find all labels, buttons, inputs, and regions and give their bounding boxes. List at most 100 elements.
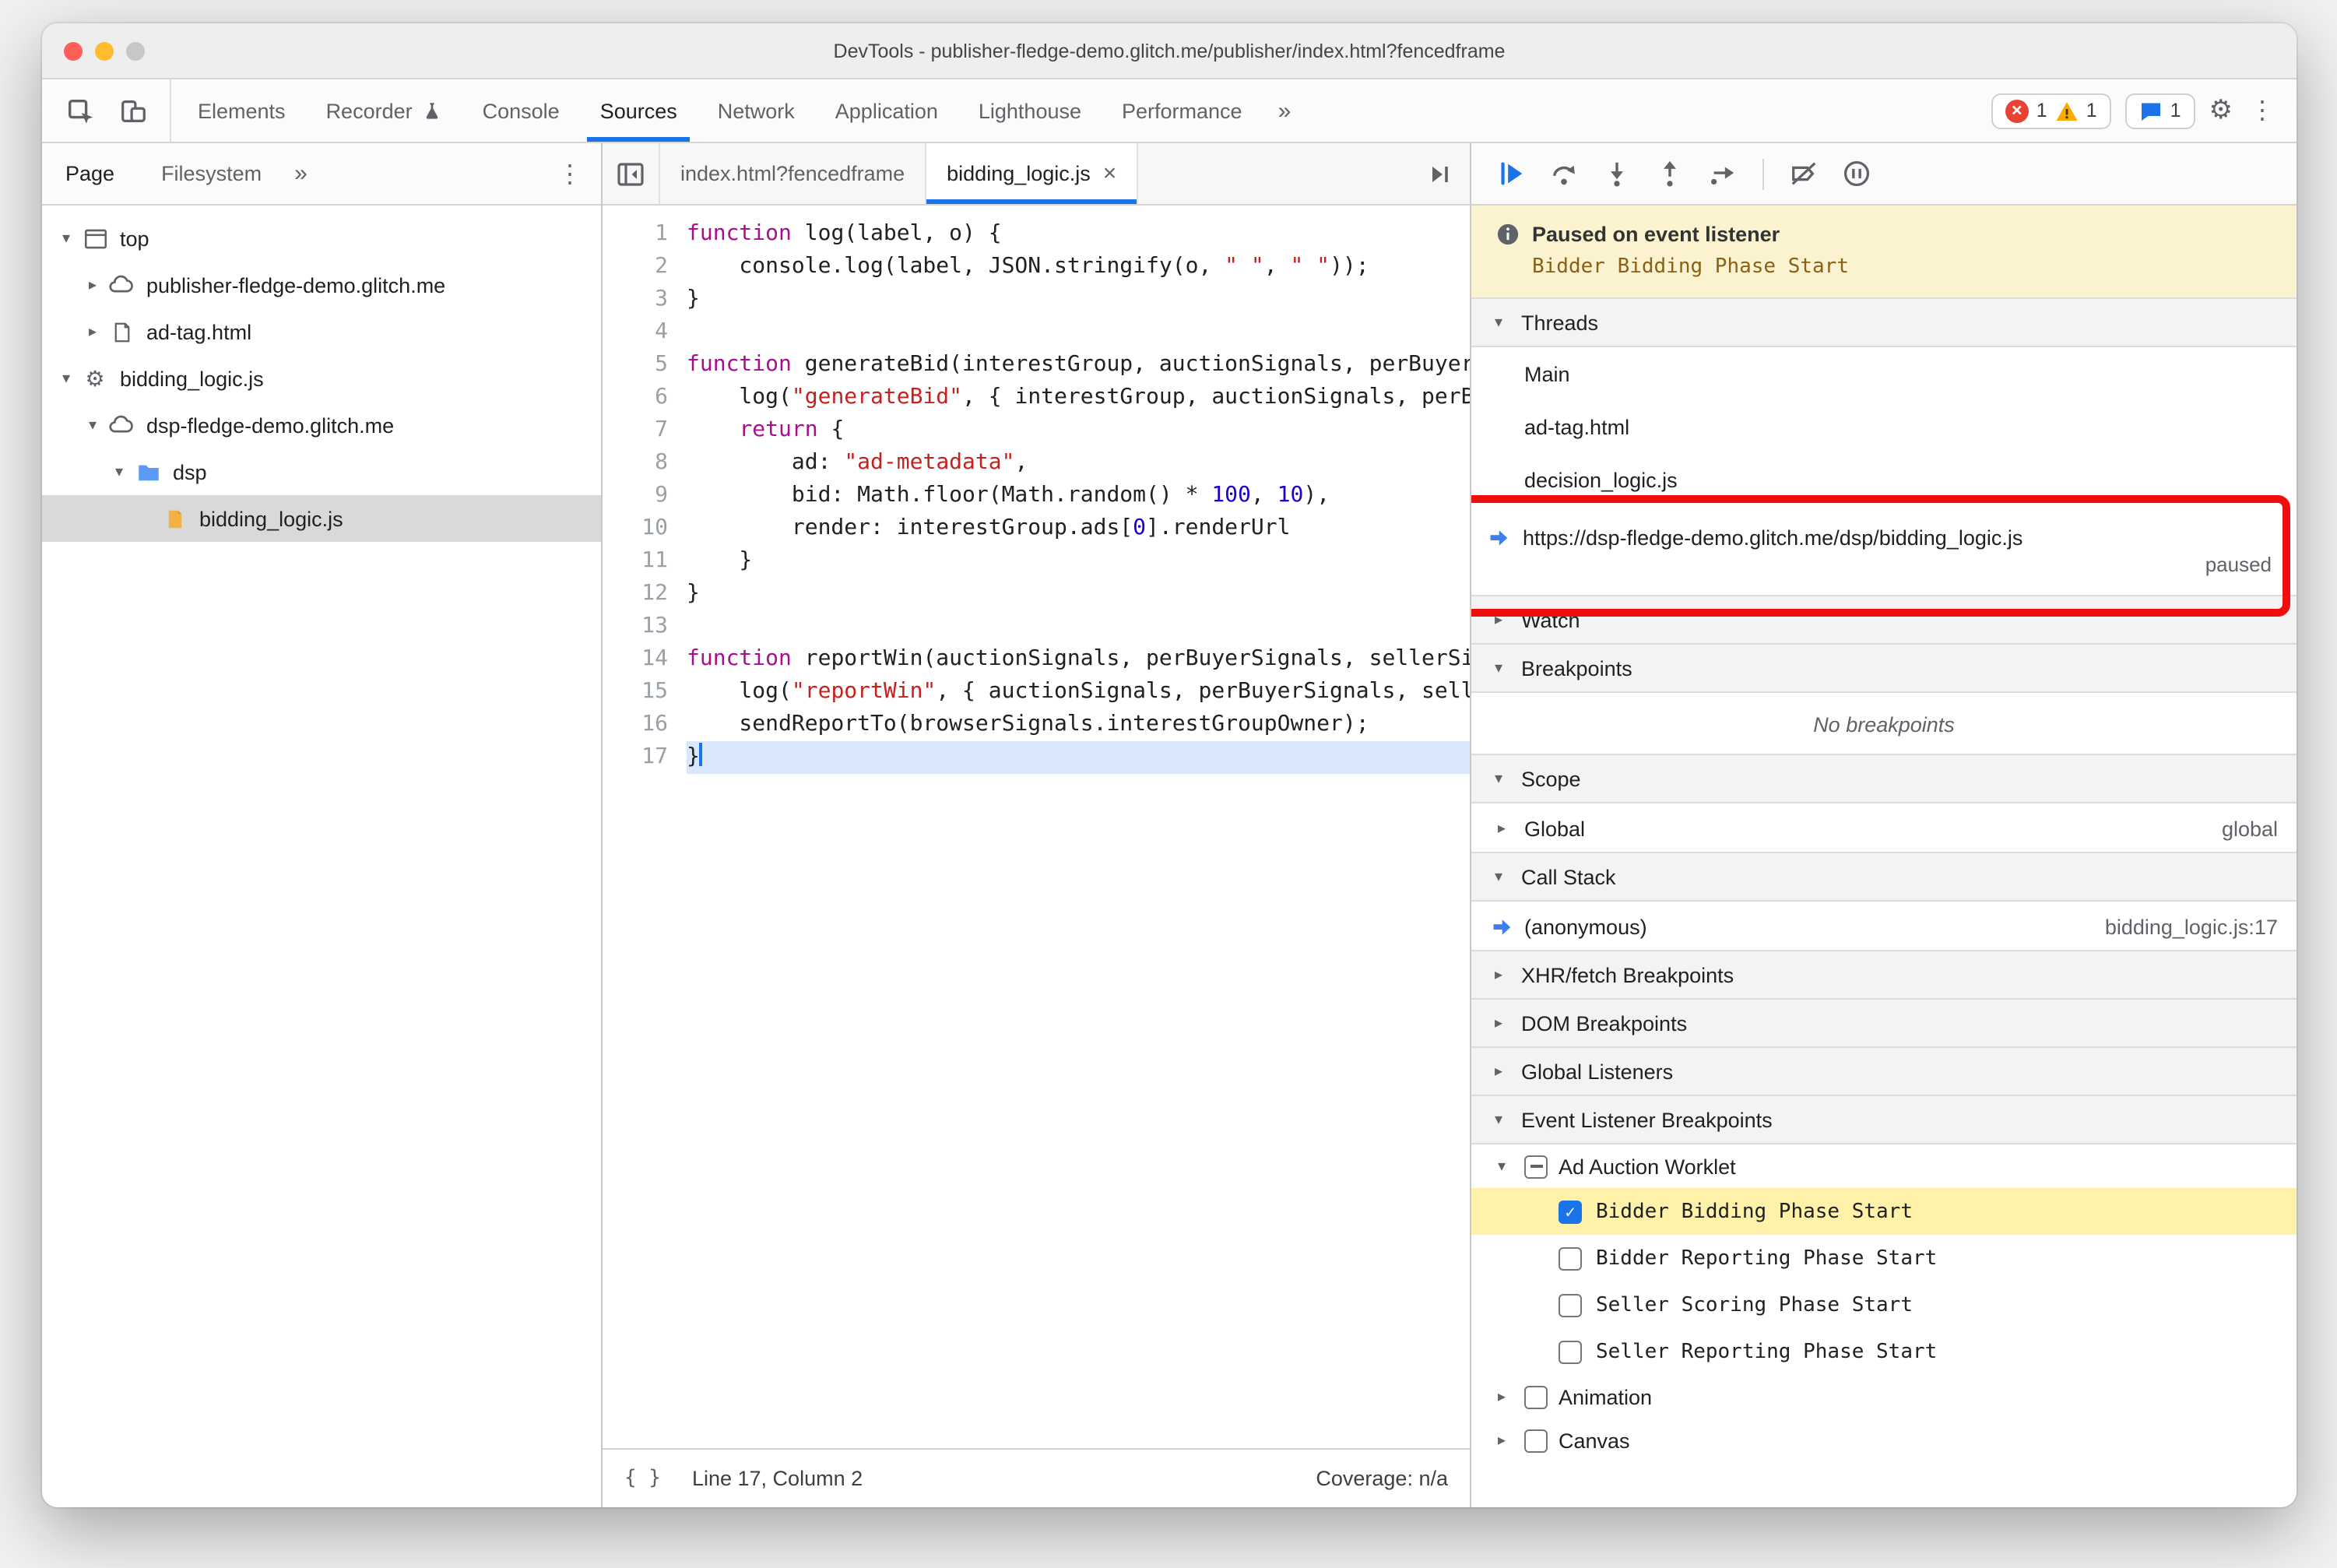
line-number[interactable]: 13 (603, 610, 668, 643)
checkbox-unchecked[interactable] (1559, 1340, 1582, 1363)
tab-performance[interactable]: Performance (1102, 79, 1263, 142)
close-window-button[interactable] (64, 41, 83, 60)
elb-item-bidder-bidding-phase-start[interactable]: Bidder Bidding Phase Start (1471, 1188, 2297, 1235)
line-number[interactable]: 10 (603, 512, 668, 545)
line-number[interactable]: 9 (603, 480, 668, 512)
line-number[interactable]: 4 (603, 316, 668, 349)
tab-page[interactable]: Page (42, 143, 138, 204)
devtools-menu-icon[interactable] (2247, 95, 2278, 126)
pause-on-exceptions-icon[interactable] (1833, 152, 1881, 195)
line-number[interactable]: 3 (603, 283, 668, 316)
tree-item-publisher-fledge-demo-glitch-me[interactable]: ▸ publisher-fledge-demo.glitch.me (42, 262, 601, 308)
tab-network[interactable]: Network (698, 79, 815, 142)
issues-badge[interactable]: 1 (2124, 93, 2195, 128)
tree-item-bidding-logic-js[interactable]: ▾ ⚙ bidding_logic.js (42, 355, 601, 402)
line-number[interactable]: 7 (603, 414, 668, 447)
tab-application[interactable]: Application (815, 79, 958, 142)
pretty-print-icon[interactable]: { } (624, 1467, 661, 1490)
section-dom-breakpoints[interactable]: ▸ DOM Breakpoints (1471, 998, 2297, 1048)
disclosure-right-icon[interactable]: ▸ (1490, 1432, 1513, 1449)
line-number[interactable]: 8 (603, 447, 668, 480)
code-line[interactable]: bid: Math.floor(Math.random() * 100, 10)… (687, 480, 1470, 512)
disclosure-down-icon[interactable]: ▾ (54, 370, 78, 387)
hide-navigator-icon[interactable] (603, 143, 660, 204)
code-line[interactable]: function reportWin(auctionSignals, perBu… (687, 643, 1470, 676)
code-line[interactable]: function log(label, o) { (687, 218, 1470, 251)
line-number[interactable]: 1 (603, 218, 668, 251)
code-lines[interactable]: function log(label, o) { console.log(lab… (687, 218, 1470, 1448)
tree-item-top[interactable]: ▾ top (42, 215, 601, 262)
code-line[interactable]: } (687, 741, 1470, 774)
disclosure-down-icon[interactable]: ▾ (81, 417, 104, 434)
editor-tab-bidding-logic[interactable]: bidding_logic.js (926, 143, 1139, 204)
deactivate-breakpoints-icon[interactable] (1780, 152, 1828, 195)
tree-item-ad-tag-html[interactable]: ▸ ad-tag.html (42, 308, 601, 355)
disclosure-down-icon[interactable]: ▾ (1490, 1158, 1513, 1175)
step-icon[interactable] (1699, 152, 1747, 195)
thread-item[interactable]: ad-tag.html (1471, 400, 2297, 453)
tab-lighthouse[interactable]: Lighthouse (958, 79, 1102, 142)
disclosure-down-icon[interactable]: ▾ (54, 230, 78, 247)
line-number[interactable]: 6 (603, 381, 668, 414)
checkbox-unchecked[interactable] (1559, 1293, 1582, 1317)
tree-item-dsp-fledge-demo-glitch-me[interactable]: ▾ dsp-fledge-demo.glitch.me (42, 402, 601, 448)
code-line[interactable]: return { (687, 414, 1470, 447)
section-event-listener-breakpoints[interactable]: ▾ Event Listener Breakpoints (1471, 1095, 2297, 1144)
zoom-window-button[interactable] (126, 41, 145, 60)
section-breakpoints[interactable]: ▾ Breakpoints (1471, 643, 2297, 693)
checkbox-indeterminate[interactable] (1524, 1155, 1548, 1178)
checkbox-unchecked[interactable] (1524, 1385, 1548, 1408)
more-tabs-button[interactable]: » (1263, 79, 1307, 142)
disclosure-right-icon[interactable]: ▸ (1490, 1388, 1513, 1405)
close-tab-icon[interactable] (1103, 162, 1117, 185)
scope-row[interactable]: ▸ Global global (1471, 803, 2297, 853)
code-line[interactable]: console.log(label, JSON.stringify(o, " "… (687, 251, 1470, 283)
elb-item-seller-reporting-phase-start[interactable]: Seller Reporting Phase Start (1471, 1328, 2297, 1375)
console-summary[interactable]: 1 1 (1991, 93, 2111, 128)
code-line[interactable] (687, 610, 1470, 643)
code-line[interactable]: function generateBid(interestGroup, auct… (687, 349, 1470, 381)
tab-console[interactable]: Console (462, 79, 580, 142)
section-threads[interactable]: ▾ Threads (1471, 297, 2297, 347)
tab-filesystem[interactable]: Filesystem (138, 143, 285, 204)
elb-group-canvas[interactable]: ▸ Canvas (1471, 1419, 2297, 1462)
thread-item-paused[interactable]: https://dsp-fledge-demo.glitch.me/dsp/bi… (1471, 495, 2297, 617)
disclosure-right-icon[interactable]: ▸ (1490, 820, 1513, 837)
line-number[interactable]: 14 (603, 643, 668, 676)
step-out-icon[interactable] (1646, 152, 1694, 195)
code-line[interactable]: } (687, 578, 1470, 610)
device-toolbar-icon[interactable] (111, 90, 154, 131)
resume-script-icon[interactable] (1487, 152, 1535, 195)
code-line[interactable]: log("generateBid", { interestGroup, auct… (687, 381, 1470, 414)
tree-item-bidding-logic-js[interactable]: bidding_logic.js (42, 495, 601, 542)
code-line[interactable]: ad: "ad-metadata", (687, 447, 1470, 480)
minimize-window-button[interactable] (95, 41, 114, 60)
checkbox-checked[interactable] (1559, 1200, 1582, 1223)
inspect-element-icon[interactable] (58, 90, 101, 131)
code-line[interactable]: render: interestGroup.ads[0].renderUrl (687, 512, 1470, 545)
step-over-icon[interactable] (1540, 152, 1588, 195)
line-number[interactable]: 12 (603, 578, 668, 610)
elb-item-seller-scoring-phase-start[interactable]: Seller Scoring Phase Start (1471, 1281, 2297, 1328)
code-line[interactable]: } (687, 283, 1470, 316)
elb-group-ad-auction-worklet[interactable]: ▾ Ad Auction Worklet (1471, 1144, 2297, 1188)
thread-item[interactable]: Main (1471, 347, 2297, 400)
code-line[interactable] (687, 316, 1470, 349)
section-call-stack[interactable]: ▾ Call Stack (1471, 852, 2297, 902)
checkbox-unchecked[interactable] (1524, 1429, 1548, 1452)
editor-overflow-icon[interactable] (1407, 143, 1470, 204)
section-scope[interactable]: ▾ Scope (1471, 754, 2297, 803)
section-xhr-breakpoints[interactable]: ▸ XHR/fetch Breakpoints (1471, 950, 2297, 1000)
line-number[interactable]: 15 (603, 676, 668, 708)
tab-elements[interactable]: Elements (177, 79, 306, 142)
section-global-listeners[interactable]: ▸ Global Listeners (1471, 1046, 2297, 1096)
code-line[interactable]: log("reportWin", { auctionSignals, perBu… (687, 676, 1470, 708)
line-number[interactable]: 5 (603, 349, 668, 381)
thread-item[interactable]: decision_logic.js (1471, 453, 2297, 506)
tree-item-dsp[interactable]: ▾ dsp (42, 448, 601, 495)
tab-recorder[interactable]: Recorder (306, 79, 462, 142)
elb-item-bidder-reporting-phase-start[interactable]: Bidder Reporting Phase Start (1471, 1235, 2297, 1281)
code-line[interactable]: } (687, 545, 1470, 578)
code-line[interactable]: sendReportTo(browserSignals.interestGrou… (687, 708, 1470, 741)
disclosure-down-icon[interactable]: ▾ (107, 463, 131, 480)
